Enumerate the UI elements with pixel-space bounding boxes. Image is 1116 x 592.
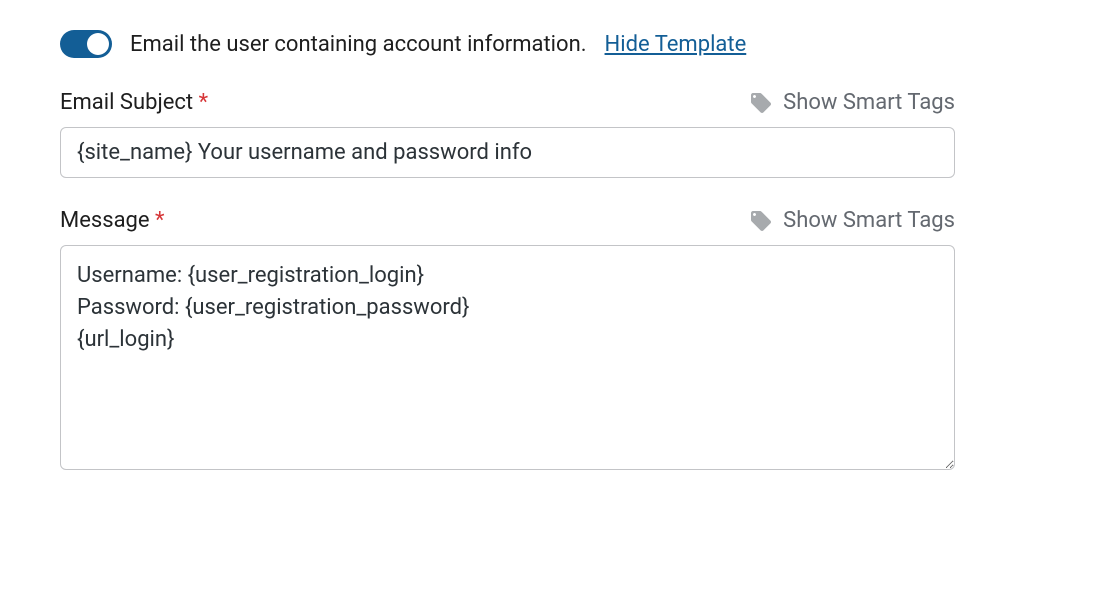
tag-icon	[749, 209, 773, 233]
email-subject-label: Email Subject *	[60, 90, 208, 115]
message-block: Message * Show Smart Tags	[60, 208, 955, 476]
email-subject-input[interactable]	[60, 127, 955, 178]
hide-template-link[interactable]: Hide Template	[605, 32, 747, 57]
email-subject-header: Email Subject * Show Smart Tags	[60, 90, 955, 115]
email-subject-block: Email Subject * Show Smart Tags	[60, 90, 955, 178]
subject-smart-tags-button[interactable]: Show Smart Tags	[749, 90, 955, 115]
message-label: Message *	[60, 208, 165, 233]
email-subject-label-text: Email Subject	[60, 90, 193, 115]
email-toggle-row: Email the user containing account inform…	[60, 30, 955, 58]
required-asterisk: *	[155, 208, 164, 233]
email-toggle-label: Email the user containing account inform…	[130, 32, 587, 57]
email-toggle[interactable]	[60, 30, 112, 58]
tag-icon	[749, 91, 773, 115]
message-smart-tags-label: Show Smart Tags	[783, 208, 955, 233]
message-textarea[interactable]	[60, 245, 955, 470]
subject-smart-tags-label: Show Smart Tags	[783, 90, 955, 115]
message-smart-tags-button[interactable]: Show Smart Tags	[749, 208, 955, 233]
required-asterisk: *	[199, 90, 208, 115]
message-header: Message * Show Smart Tags	[60, 208, 955, 233]
message-label-text: Message	[60, 208, 150, 233]
toggle-knob	[87, 33, 109, 55]
